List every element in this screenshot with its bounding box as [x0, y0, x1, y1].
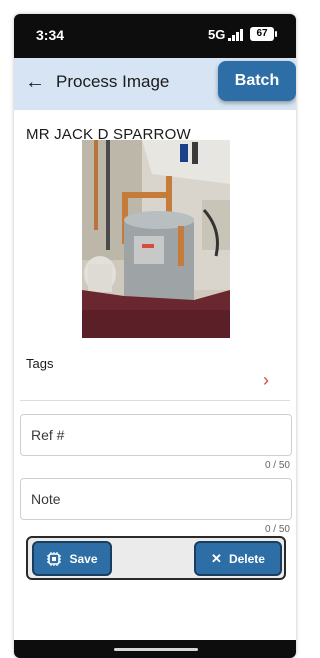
battery-icon: 67 [250, 27, 277, 41]
status-time: 3:34 [36, 27, 65, 43]
water-heater-image [82, 140, 230, 338]
phone-frame: 3:34 5G 67 ← Process Image Batch MR JACK… [14, 14, 296, 658]
ref-number-input[interactable] [20, 414, 292, 456]
network-type: 5G [208, 27, 226, 42]
delete-label: Delete [228, 551, 265, 566]
signal-icon [228, 29, 246, 41]
page-title: Process Image [56, 72, 170, 91]
arrow-left-icon[interactable]: ← [24, 69, 46, 95]
batch-button[interactable]: Batch [218, 61, 296, 101]
ref-char-counter: 0 / 50 [264, 460, 290, 471]
note-input[interactable] [20, 478, 292, 520]
system-nav-bar [14, 640, 296, 658]
note-char-counter: 0 / 50 [264, 524, 290, 535]
chevron-right-icon[interactable]: › [258, 370, 274, 390]
save-button[interactable]: Save [32, 541, 112, 576]
home-indicator[interactable] [114, 648, 198, 651]
status-bar: 3:34 5G 67 [14, 14, 296, 58]
app-bar: ← Process Image Batch [14, 58, 296, 110]
delete-button[interactable]: ✕ Delete [194, 541, 282, 576]
close-icon: ✕ [211, 550, 222, 566]
save-chip-icon [46, 551, 62, 567]
save-label: Save [69, 551, 98, 566]
action-bar: Save ✕ Delete [26, 536, 286, 580]
captured-photo[interactable] [82, 140, 230, 338]
divider [20, 400, 290, 401]
tags-label: Tags [26, 356, 54, 371]
